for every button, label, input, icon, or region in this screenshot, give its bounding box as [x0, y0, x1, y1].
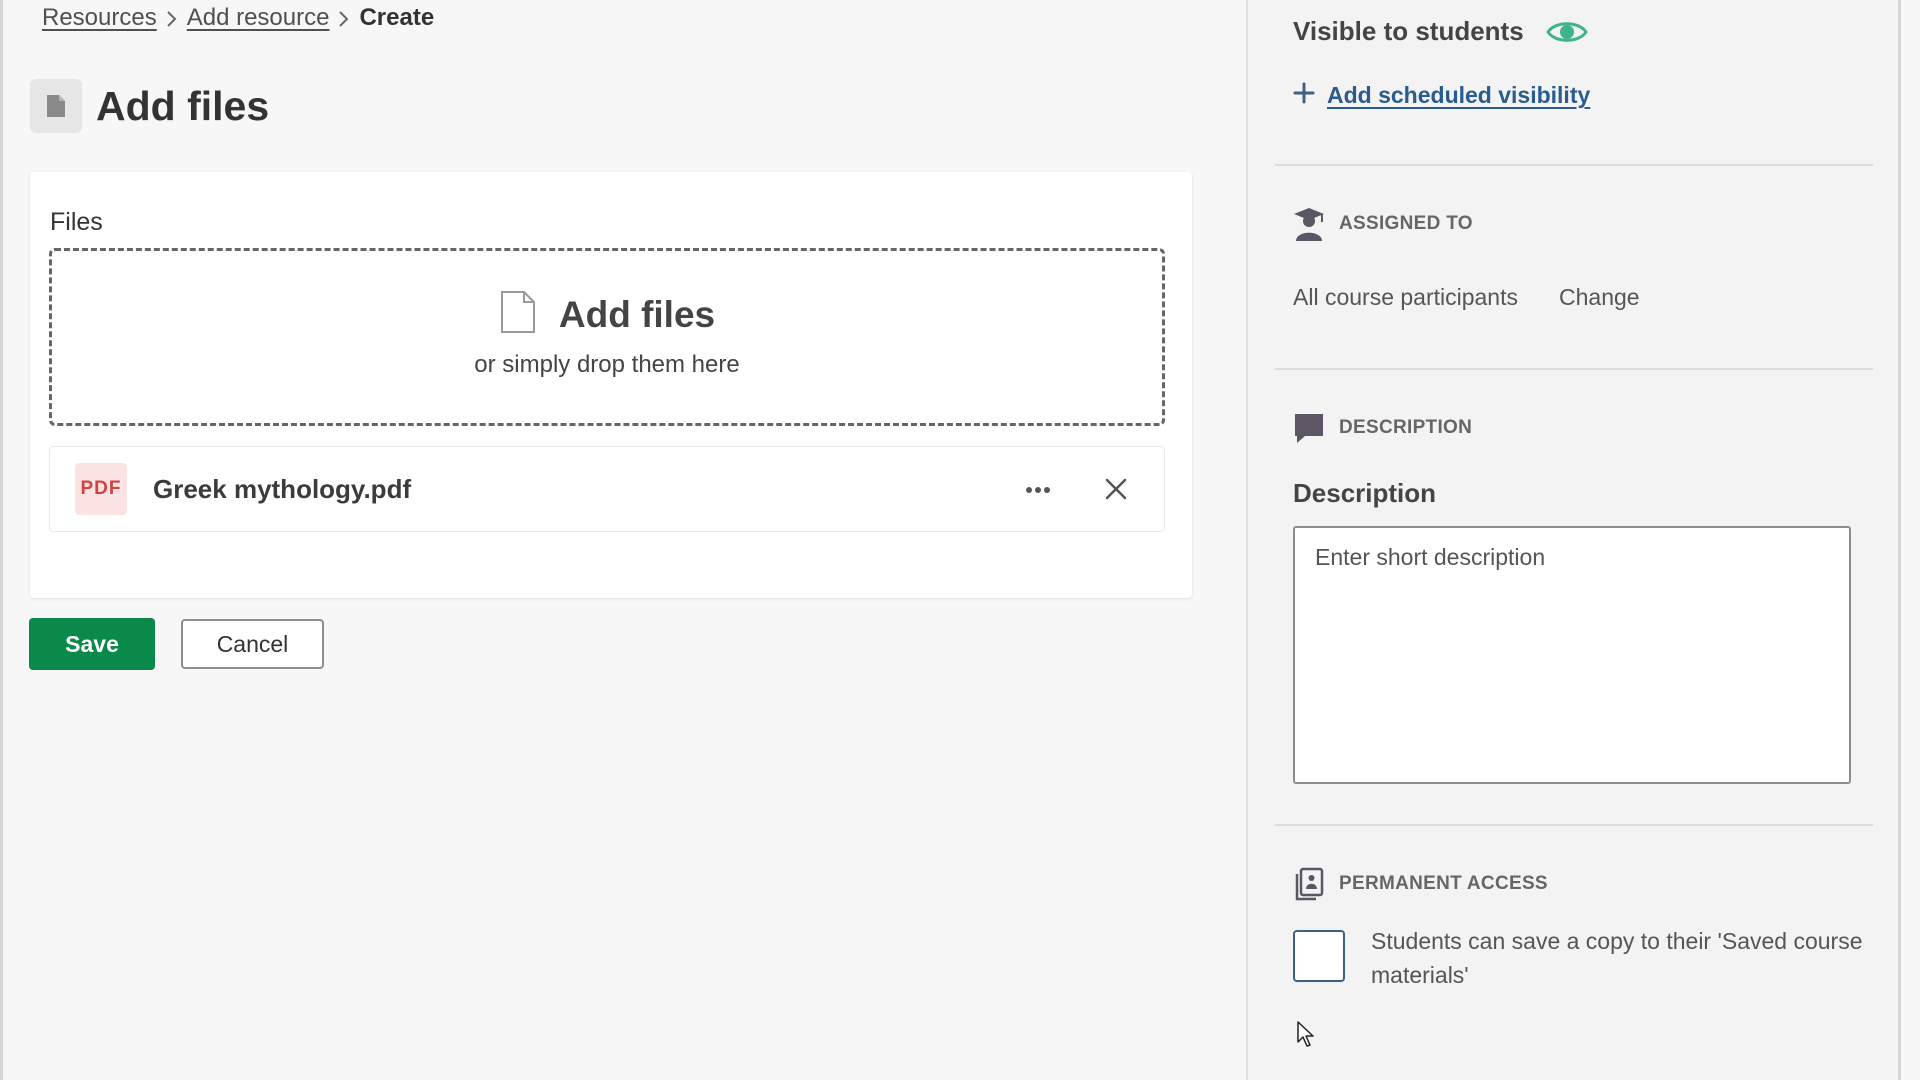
- change-assignment-link[interactable]: Change: [1559, 284, 1640, 311]
- permanent-access-section-header: PERMANENT ACCESS: [1293, 866, 1548, 902]
- page: Resources Add resource Create Add files …: [0, 0, 1920, 1080]
- visibility-row: Visible to students: [1293, 16, 1588, 47]
- close-icon[interactable]: [1099, 472, 1133, 506]
- permanent-access-checkbox[interactable]: [1293, 930, 1345, 982]
- breadcrumb-add-resource[interactable]: Add resource: [187, 4, 330, 32]
- divider: [1275, 164, 1873, 166]
- comment-icon: [1293, 410, 1325, 446]
- divider: [1275, 368, 1873, 370]
- assigned-value: All course participants: [1293, 284, 1518, 310]
- breadcrumb: Resources Add resource Create: [42, 2, 434, 34]
- more-options-icon[interactable]: [1022, 474, 1054, 506]
- permanent-access-label: Students can save a copy to their 'Saved…: [1371, 928, 1863, 988]
- document-icon: [499, 289, 537, 340]
- left-edge: [0, 0, 3, 1080]
- files-label: Files: [50, 208, 103, 236]
- permanent-access-heading: PERMANENT ACCESS: [1339, 873, 1548, 894]
- description-label: Description: [1293, 478, 1437, 508]
- file-name: Greek mythology.pdf: [153, 473, 412, 504]
- dropzone-subtitle: or simply drop them here: [474, 351, 740, 378]
- description-section-header: DESCRIPTION: [1293, 410, 1472, 446]
- settings-sidebar: Visible to students Add scheduled visibi…: [1246, 0, 1898, 1080]
- student-icon: [1293, 206, 1325, 242]
- files-card: Files Add files or simply drop them here…: [30, 172, 1192, 598]
- file-item: PDF Greek mythology.pdf: [49, 446, 1165, 532]
- add-scheduled-visibility-link[interactable]: Add scheduled visibility: [1327, 82, 1590, 109]
- file-dropzone[interactable]: Add files or simply drop them here: [49, 248, 1165, 426]
- dropzone-title: Add files: [558, 293, 716, 335]
- plus-icon: [1293, 82, 1315, 109]
- breadcrumb-current: Create: [359, 4, 435, 31]
- chevron-right-icon: [157, 4, 187, 32]
- eye-icon[interactable]: [1545, 18, 1588, 46]
- dropzone-header: Add files: [52, 289, 1162, 340]
- file-icon: [30, 79, 82, 133]
- assigned-section-header: ASSIGNED TO: [1293, 206, 1473, 242]
- mouse-cursor-icon: [1296, 1020, 1316, 1053]
- chevron-right-icon: [329, 4, 359, 32]
- description-heading: DESCRIPTION: [1339, 417, 1473, 438]
- visibility-status: Visible to students: [1293, 16, 1524, 46]
- saved-copy-icon: [1293, 866, 1325, 902]
- save-button[interactable]: Save: [29, 618, 155, 670]
- pdf-file-icon: PDF: [75, 463, 127, 515]
- assigned-heading: ASSIGNED TO: [1339, 213, 1473, 234]
- right-edge: [1898, 0, 1901, 1080]
- page-title: Add files: [96, 82, 270, 129]
- divider: [1275, 824, 1873, 826]
- page-header: Add files: [30, 76, 269, 136]
- description-input[interactable]: [1293, 526, 1851, 784]
- cancel-button[interactable]: Cancel: [181, 619, 324, 669]
- breadcrumb-resources[interactable]: Resources: [42, 4, 157, 32]
- add-scheduled-visibility[interactable]: Add scheduled visibility: [1293, 82, 1590, 109]
